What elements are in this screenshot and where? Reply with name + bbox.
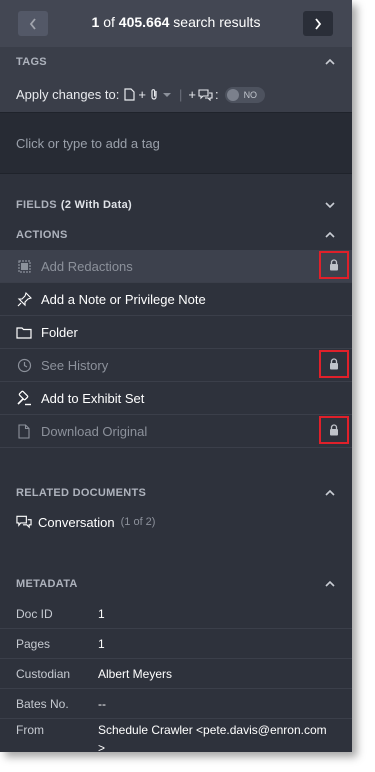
paperclip-icon[interactable] <box>149 88 159 101</box>
lock-icon <box>330 424 338 436</box>
folder-icon <box>16 324 32 340</box>
metadata-row: Custodian Albert Meyers <box>0 659 352 689</box>
metadata-value: Schedule Crawler <pete.davis@enron.com <box>98 723 327 737</box>
results-counter: 1 of 405.664 search results <box>0 14 352 30</box>
document-panel: 1 of 405.664 search results TAGS Apply c… <box>0 0 352 752</box>
conversation-icon <box>16 515 32 529</box>
conversation-toggle[interactable]: NO <box>224 86 265 103</box>
next-result-button[interactable] <box>303 11 333 36</box>
metadata-row: Doc ID 1 <box>0 599 352 629</box>
chevron-right-icon <box>315 17 322 30</box>
document-icon[interactable] <box>124 88 135 101</box>
lock-indicator <box>319 416 349 444</box>
tags-header[interactable]: TAGS <box>0 47 352 77</box>
metadata-row: Pages 1 <box>0 629 352 659</box>
metadata-key: Bates No. <box>16 696 69 711</box>
clock-icon <box>16 357 32 373</box>
divider: | <box>178 87 183 102</box>
chevron-up-icon <box>325 58 335 65</box>
metadata-key: Pages <box>16 636 51 651</box>
add-redactions-label: Add Redactions <box>41 258 133 274</box>
lock-indicator <box>319 350 349 378</box>
total-results: 405.664 <box>118 14 170 30</box>
metadata-row: Bates No. -- <box>0 689 352 719</box>
colon: : <box>214 87 219 102</box>
note-pin-icon <box>16 291 32 307</box>
metadata-row: > <box>0 741 352 752</box>
see-history-label: See History <box>41 357 109 373</box>
of-word: of <box>103 14 115 30</box>
conversation-icon <box>198 88 213 101</box>
current-result-number: 1 <box>91 14 100 30</box>
lock-icon <box>330 259 338 271</box>
tags-title: TAGS <box>16 56 47 68</box>
redaction-icon <box>16 258 32 274</box>
metadata-header[interactable]: METADATA <box>0 569 352 599</box>
conversation-label: Conversation <box>38 514 115 530</box>
apply-changes-label: Apply changes to: <box>16 87 120 102</box>
chevron-up-icon <box>325 580 335 587</box>
add-note-label: Add a Note or Privilege Note <box>41 291 206 307</box>
results-navigator: 1 of 405.664 search results <box>0 0 352 47</box>
metadata-title: METADATA <box>16 578 78 590</box>
add-note-action[interactable]: Add a Note or Privilege Note <box>0 283 352 316</box>
conversation-link[interactable]: Conversation (1 of 2) <box>0 508 352 536</box>
toggle-label: NO <box>243 89 258 100</box>
see-history-action[interactable]: See History <box>0 349 352 382</box>
metadata-key: Doc ID <box>16 606 53 621</box>
apply-changes-row: Apply changes to: + | + : NO <box>0 77 352 112</box>
add-tag-input[interactable]: Click or type to add a tag <box>0 112 352 174</box>
metadata-value: Albert Meyers <box>98 666 173 681</box>
metadata-row: From Schedule Crawler <pete.davis@enron.… <box>0 719 352 741</box>
fields-count: (2 With Data) <box>60 199 132 211</box>
folder-label: Folder <box>41 324 78 340</box>
actions-title: ACTIONS <box>16 229 68 241</box>
results-suffix: search results <box>173 14 261 30</box>
fields-title: FIELDS <box>16 199 57 211</box>
chevron-up-icon <box>325 489 335 496</box>
related-documents-title: RELATED DOCUMENTS <box>16 487 147 499</box>
download-original-action[interactable]: Download Original <box>0 415 352 448</box>
related-documents-header[interactable]: RELATED DOCUMENTS <box>0 478 352 508</box>
actions-header[interactable]: ACTIONS <box>0 220 352 250</box>
metadata-value: 1 <box>98 636 105 651</box>
add-redactions-action[interactable]: Add Redactions <box>0 250 352 283</box>
chevron-down-icon <box>325 202 335 209</box>
add-to-exhibit-set-action[interactable]: Add to Exhibit Set <box>0 382 352 415</box>
plus-sign: + <box>138 87 146 102</box>
chevron-up-icon <box>325 231 335 238</box>
caret-down-icon[interactable] <box>162 92 171 98</box>
add-to-exhibit-set-label: Add to Exhibit Set <box>41 390 145 406</box>
add-tag-placeholder: Click or type to add a tag <box>16 135 160 151</box>
gavel-icon <box>16 390 32 406</box>
tags-section: TAGS Apply changes to: + | + : NO Click … <box>0 47 352 174</box>
file-icon <box>16 423 32 439</box>
metadata-key: From <box>16 723 44 737</box>
lock-icon <box>330 358 338 370</box>
toggle-knob <box>226 88 239 101</box>
conversation-count: (1 of 2) <box>120 516 156 528</box>
metadata-value: -- <box>98 696 106 711</box>
metadata-key: Custodian <box>16 666 71 681</box>
download-original-label: Download Original <box>41 423 148 439</box>
metadata-value: 1 <box>98 606 105 621</box>
folder-action[interactable]: Folder <box>0 316 352 349</box>
plus-sign-conversation: + <box>188 87 196 102</box>
metadata-value: > <box>98 741 106 752</box>
fields-header[interactable]: FIELDS (2 With Data) <box>0 190 352 220</box>
lock-indicator <box>319 251 349 279</box>
